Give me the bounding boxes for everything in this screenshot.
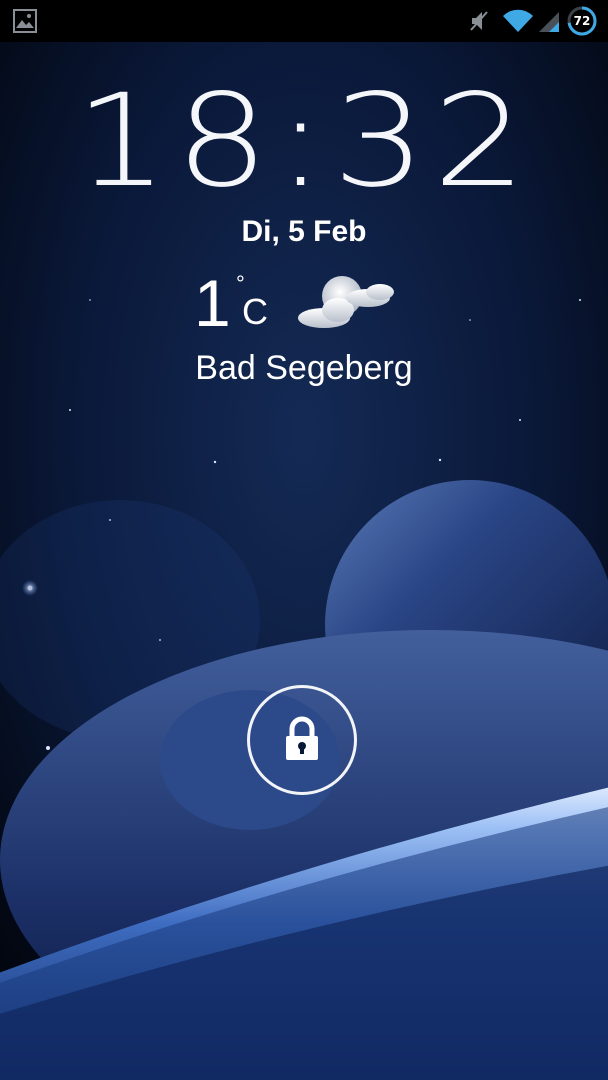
lockscreen-date: Di, 5 Feb [241, 215, 367, 248]
temperature-unit: C [242, 291, 268, 332]
battery-icon: 72 [564, 0, 600, 42]
moon-cloud-icon [294, 268, 404, 342]
weather-widget[interactable]: 1 ° C [0, 268, 608, 348]
signal-icon [536, 0, 562, 42]
lockscreen-clock: 18:32 [74, 67, 534, 216]
battery-percent: 72 [573, 14, 591, 28]
muted-icon [464, 0, 494, 42]
status-bar: 72 [0, 0, 608, 42]
gallery-notification-icon[interactable] [8, 0, 42, 42]
lock-icon [286, 716, 318, 760]
temperature-value: 1 [194, 266, 231, 340]
unlock-button[interactable] [247, 685, 357, 795]
weather-location: Bad Segeberg [195, 349, 413, 387]
wifi-icon [500, 0, 536, 42]
